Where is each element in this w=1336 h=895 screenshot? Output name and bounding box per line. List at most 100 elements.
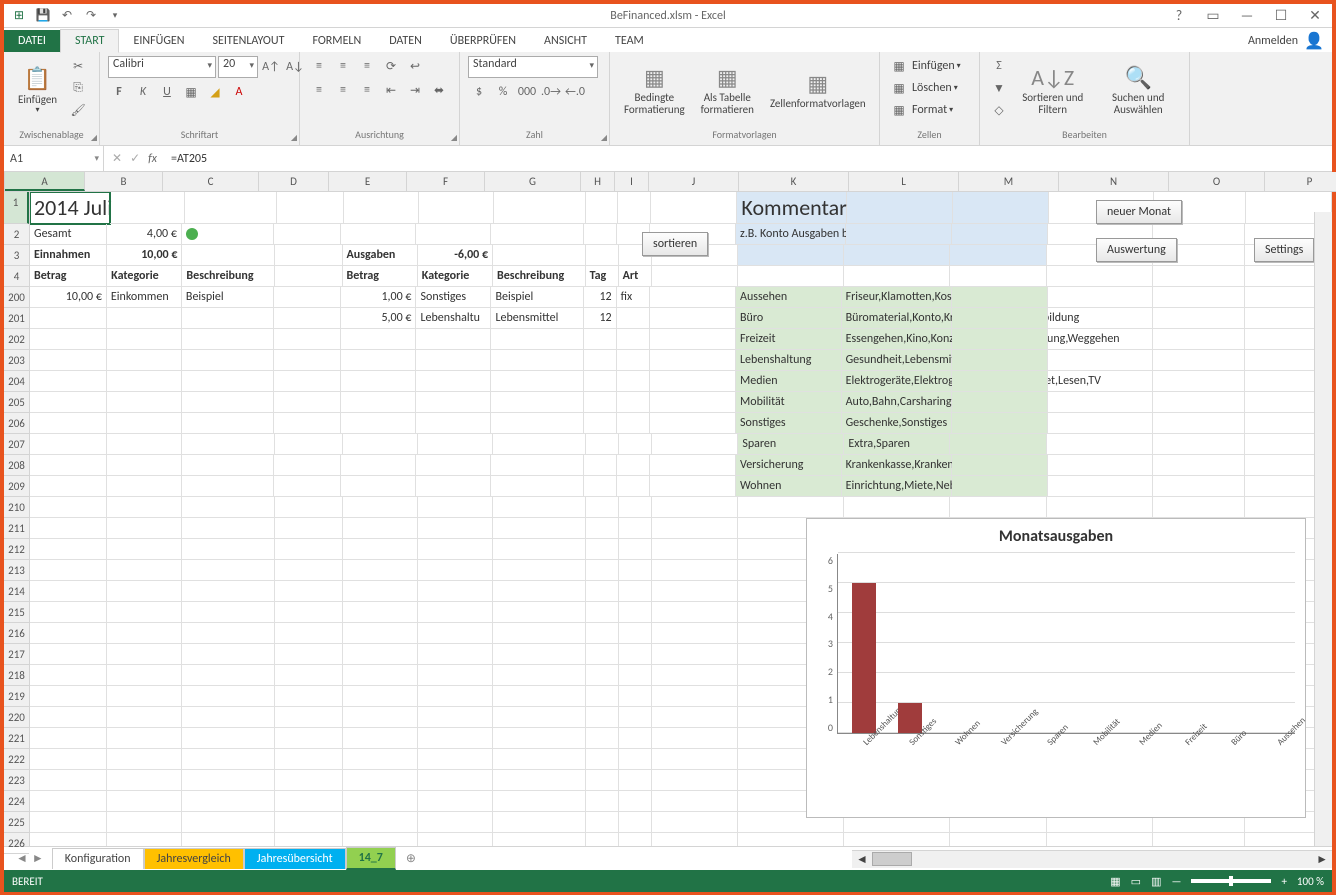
col-header-H[interactable]: H [581, 172, 615, 191]
row-header-202[interactable]: 202 [4, 329, 29, 350]
delete-cells-button[interactable]: ▦Löschen▾ [888, 78, 961, 98]
font-color-icon[interactable]: A [228, 82, 250, 102]
percent-icon[interactable]: % [492, 82, 514, 102]
autosum-icon[interactable]: Σ [988, 56, 1010, 76]
bold-button[interactable]: F [108, 82, 130, 102]
formula-input[interactable]: =AT205 [165, 152, 1332, 166]
col-header-E[interactable]: E [329, 172, 407, 191]
save-icon[interactable]: 💾 [32, 6, 54, 26]
copy-icon[interactable]: ⎘ [67, 78, 89, 98]
paste-button[interactable]: 📋Einfügen▾ [12, 56, 63, 126]
row-header-2[interactable]: 2 [4, 224, 29, 245]
new-month-button[interactable]: neuer Monat [1096, 200, 1182, 224]
inc-decimal-icon[interactable]: .0→ [540, 82, 562, 102]
insert-cells-button[interactable]: ▦Einfügen▾ [888, 56, 961, 76]
align-right-icon[interactable]: ≡ [356, 80, 378, 100]
tab-start[interactable]: START [60, 29, 120, 53]
font-launcher-icon[interactable]: ◢ [291, 133, 297, 143]
zoom-slider[interactable] [1191, 879, 1271, 883]
cell-styles-button[interactable]: ▦Zellenformatvorlagen [764, 56, 872, 126]
row-header-209[interactable]: 209 [4, 476, 29, 497]
format-table-button[interactable]: ▦Als Tabelle formatieren [695, 56, 760, 126]
col-header-F[interactable]: F [407, 172, 485, 191]
col-header-C[interactable]: C [163, 172, 259, 191]
row-header-219[interactable]: 219 [4, 686, 29, 707]
tab-file[interactable]: DATEI [4, 30, 60, 52]
currency-icon[interactable]: $ [468, 82, 490, 102]
row-header-225[interactable]: 225 [4, 812, 29, 833]
align-middle-icon[interactable]: ≡ [332, 56, 354, 76]
row-header-216[interactable]: 216 [4, 623, 29, 644]
row-header-221[interactable]: 221 [4, 728, 29, 749]
settings-button[interactable]: Settings [1254, 238, 1314, 262]
col-header-G[interactable]: G [485, 172, 581, 191]
align-top-icon[interactable]: ≡ [308, 56, 330, 76]
row-header-210[interactable]: 210 [4, 497, 29, 518]
tab-pagelayout[interactable]: SEITENLAYOUT [199, 30, 299, 52]
sort-filter-button[interactable]: A↓ZSortieren und Filtern [1014, 56, 1091, 126]
align-bottom-icon[interactable]: ≡ [356, 56, 378, 76]
horizontal-scrollbar[interactable]: ◄► [852, 850, 1332, 868]
row-header-203[interactable]: 203 [4, 350, 29, 371]
zoom-in-icon[interactable]: + [1281, 875, 1286, 888]
name-box[interactable]: A1 [4, 146, 104, 171]
col-header-D[interactable]: D [259, 172, 329, 191]
cond-format-button[interactable]: ▦Bedingte Formatierung [618, 56, 691, 126]
row-header-3[interactable]: 3 [4, 245, 29, 266]
row-header-220[interactable]: 220 [4, 707, 29, 728]
col-header-P[interactable]: P [1265, 172, 1336, 191]
row-header-1[interactable]: 1 [4, 192, 29, 224]
fill-color-icon[interactable]: ◢ [204, 82, 226, 102]
enter-fx-icon[interactable]: ✓ [130, 151, 140, 166]
wrap-text-icon[interactable]: ↩ [404, 56, 426, 76]
close-icon[interactable]: ✕ [1302, 6, 1328, 26]
indent-dec-icon[interactable]: ⇤ [380, 80, 402, 100]
zoom-out-icon[interactable]: — [1171, 875, 1181, 888]
zoom-level[interactable]: 100 % [1297, 875, 1324, 888]
row-header-212[interactable]: 212 [4, 539, 29, 560]
sort-button[interactable]: sortieren [642, 232, 708, 256]
align-left-icon[interactable]: ≡ [308, 80, 330, 100]
row-header-4[interactable]: 4 [4, 266, 29, 287]
row-header-223[interactable]: 223 [4, 770, 29, 791]
tab-formulas[interactable]: FORMELN [298, 30, 375, 52]
cut-icon[interactable]: ✂ [67, 56, 89, 76]
row-header-211[interactable]: 211 [4, 518, 29, 539]
row-header-204[interactable]: 204 [4, 371, 29, 392]
number-launcher-icon[interactable]: ◢ [601, 133, 607, 143]
row-header-208[interactable]: 208 [4, 455, 29, 476]
sheet-tab-konfiguration[interactable]: Konfiguration [52, 848, 144, 869]
border-icon[interactable]: ▦ [180, 82, 202, 102]
row-header-213[interactable]: 213 [4, 560, 29, 581]
tab-review[interactable]: ÜBERPRÜFEN [436, 30, 530, 52]
align-launcher-icon[interactable]: ◢ [451, 133, 457, 143]
font-size-select[interactable]: 20 [218, 56, 258, 78]
orientation-icon[interactable]: ⟳ [380, 56, 402, 76]
row-header-215[interactable]: 215 [4, 602, 29, 623]
row-header-201[interactable]: 201 [4, 308, 29, 329]
row-header-222[interactable]: 222 [4, 749, 29, 770]
col-header-A[interactable]: A [5, 172, 85, 191]
format-cells-button[interactable]: ▦Format▾ [888, 100, 961, 120]
row-header-206[interactable]: 206 [4, 413, 29, 434]
col-header-L[interactable]: L [849, 172, 959, 191]
col-header-M[interactable]: M [959, 172, 1059, 191]
undo-icon[interactable]: ↶ [56, 6, 78, 26]
qat-dropdown-icon[interactable]: ▾ [104, 6, 126, 26]
row-header-205[interactable]: 205 [4, 392, 29, 413]
tab-team[interactable]: TEAM [601, 30, 658, 52]
align-center-icon[interactable]: ≡ [332, 80, 354, 100]
new-sheet-icon[interactable]: ⊕ [396, 851, 426, 866]
merge-icon[interactable]: ⬌ [428, 80, 450, 100]
thousands-icon[interactable]: 000 [516, 82, 538, 102]
clipboard-launcher-icon[interactable]: ◢ [91, 133, 97, 143]
dec-decimal-icon[interactable]: ←.0 [564, 82, 586, 102]
sheet-tab-current[interactable]: 14_7 [346, 847, 396, 870]
col-header-B[interactable]: B [85, 172, 163, 191]
row-header-214[interactable]: 214 [4, 581, 29, 602]
chart-monatsausgaben[interactable]: Monatsausgaben 0123456 LebenshaltungSons… [806, 518, 1306, 818]
grow-font-icon[interactable]: A↑ [260, 57, 282, 77]
tab-insert[interactable]: EINFÜGEN [119, 30, 198, 52]
sheet-tab-jahresuebersicht[interactable]: Jahresübersicht [244, 848, 346, 869]
maximize-icon[interactable]: ☐ [1268, 6, 1294, 26]
